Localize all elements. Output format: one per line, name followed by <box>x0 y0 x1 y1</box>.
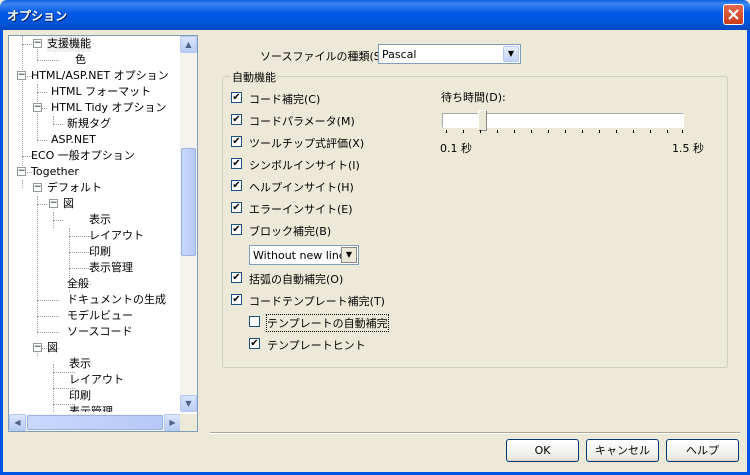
checkbox-box[interactable]: ✔ <box>231 158 242 169</box>
tree-item-label: レイアウト <box>89 229 144 242</box>
source-type-select[interactable]: Pascal ▼ <box>378 44 521 64</box>
delay-max-label: 1.5 秒 <box>672 142 704 155</box>
tree-item-label: ASP.NET <box>51 133 96 146</box>
delay-slider-thumb[interactable] <box>478 110 487 131</box>
source-type-label: ソースファイルの種類(S): <box>260 50 389 63</box>
tree-item-label: デフォルト <box>47 181 102 194</box>
ok-button[interactable]: OK <box>506 439 579 462</box>
tree-item-label: レイアウト <box>69 373 124 386</box>
tree-item-label: 図 <box>47 341 58 354</box>
checkbox-box[interactable]: ✔ <box>231 224 242 235</box>
tree-item-label: 印刷 <box>89 245 111 258</box>
tree-item-label: 図 <box>63 197 74 210</box>
checkbox-label: コードパラメータ(M) <box>249 115 355 128</box>
window-title: オプション <box>7 9 68 23</box>
source-type-value: Pascal <box>382 48 417 61</box>
tree-item-label: 色 <box>75 53 86 66</box>
checkbox-label: ブロック補完(B) <box>249 225 332 238</box>
tree-item-label: モデルビュー <box>67 309 133 322</box>
checkbox-box[interactable]: ✔ <box>231 202 242 213</box>
block-mode-value: Without new line <box>253 249 346 262</box>
scroll-down-icon[interactable]: ▼ <box>180 395 197 412</box>
tree-item-label: Together <box>31 165 79 178</box>
collapse-icon[interactable]: − <box>49 199 58 208</box>
cancel-button[interactable]: キャンセル <box>586 439 659 462</box>
block-completion-mode-select[interactable]: Without new line ▼ <box>249 245 359 265</box>
checkbox-label: コードテンプレート補完(T) <box>249 295 385 308</box>
checkbox-label: コード補完(C) <box>249 93 321 106</box>
tree-horizontal-scrollbar[interactable]: ◀ ▶ <box>9 414 181 431</box>
help-button[interactable]: ヘルプ <box>666 439 739 462</box>
delay-label: 待ち時間(D): <box>441 91 506 104</box>
checkbox-label: シンボルインサイト(I) <box>249 159 360 172</box>
title-bar: オプション <box>0 0 750 30</box>
checkbox-label: エラーインサイト(E) <box>249 203 353 216</box>
tree-item-label: 表示 <box>89 213 111 226</box>
checkbox-label: テンプレートヒント <box>267 339 366 352</box>
tree-item-label: HTML/ASP.NET オプション <box>31 69 169 82</box>
options-tree[interactable]: − 支援機能 色 − HTML/ASP.NET オプション HTML フォーマッ… <box>8 35 198 432</box>
checkbox-label: 括弧の自動補完(O) <box>249 273 344 286</box>
close-icon <box>728 9 739 20</box>
tree-item-label: ECO 一般オプション <box>31 149 135 162</box>
tree-item-label: ドキュメントの生成 <box>67 293 166 306</box>
checkbox-box[interactable]: ✔ <box>231 136 242 147</box>
tree-item-label: HTML フォーマット <box>51 85 152 98</box>
checkbox-label: ツールチップ式評価(X) <box>249 137 365 150</box>
scroll-left-icon[interactable]: ◀ <box>9 414 26 431</box>
scroll-up-icon[interactable]: ▲ <box>180 36 197 53</box>
tree-item-label: 印刷 <box>69 389 91 402</box>
collapse-icon[interactable]: − <box>17 167 26 176</box>
tree-item-label: 全般 <box>67 277 89 290</box>
tree-item-label: 表示 <box>69 357 91 370</box>
tree-item-label: 表示管理 <box>69 405 113 412</box>
checkbox-box[interactable] <box>249 316 260 327</box>
tree-vertical-scrollbar[interactable]: ▲ ▼ <box>180 36 197 412</box>
scroll-thumb[interactable] <box>181 148 196 256</box>
tree-items: − 支援機能 色 − HTML/ASP.NET オプション HTML フォーマッ… <box>9 36 181 412</box>
scroll-thumb[interactable] <box>27 415 163 430</box>
checkbox-label: テンプレートの自動補完 <box>266 314 389 332</box>
tree-item-label: 新規タグ <box>67 117 111 130</box>
auto-features-legend: 自動機能 <box>230 69 278 85</box>
checkbox-box[interactable]: ✔ <box>231 92 242 103</box>
chevron-down-icon[interactable]: ▼ <box>503 46 519 62</box>
scroll-right-icon[interactable]: ▶ <box>164 414 181 431</box>
checkbox-box[interactable]: ✔ <box>231 272 242 283</box>
checkbox-box[interactable]: ✔ <box>231 180 242 191</box>
tree-item-label: HTML Tidy オプション <box>51 101 167 114</box>
checkbox-box[interactable]: ✔ <box>249 338 260 349</box>
tree-item-label: ソースコード <box>67 325 133 338</box>
collapse-icon[interactable]: − <box>33 183 42 192</box>
collapse-icon[interactable]: − <box>17 71 26 80</box>
collapse-icon[interactable]: − <box>33 103 42 112</box>
button-separator <box>210 432 740 434</box>
tree-item-label: 支援機能 <box>47 36 91 52</box>
chevron-down-icon[interactable]: ▼ <box>341 247 357 263</box>
checkbox-box[interactable]: ✔ <box>231 294 242 305</box>
close-button[interactable] <box>723 4 744 25</box>
checkbox-box[interactable]: ✔ <box>231 114 242 125</box>
delay-min-label: 0.1 秒 <box>440 142 472 155</box>
checkbox-label: ヘルプインサイト(H) <box>249 181 354 194</box>
tree-item-label: 表示管理 <box>89 261 133 274</box>
collapse-icon[interactable]: − <box>33 343 42 352</box>
collapse-icon[interactable]: − <box>33 39 42 48</box>
